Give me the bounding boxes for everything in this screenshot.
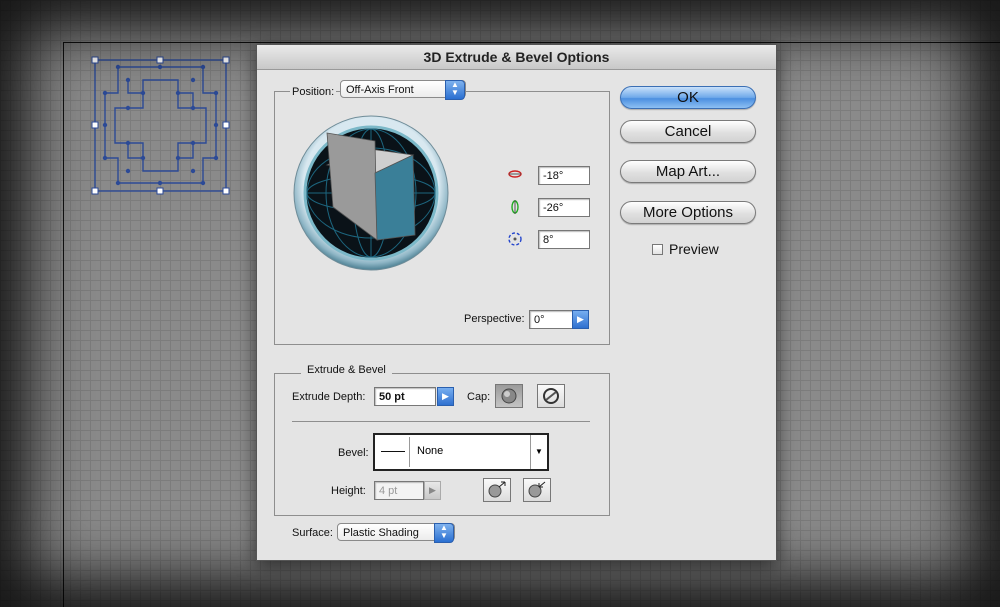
rotate-z-icon (508, 232, 522, 246)
bevel-extent-out-button[interactable] (483, 478, 511, 502)
rotate-y-icon (511, 200, 519, 214)
preview-label[interactable]: Preview (669, 241, 719, 257)
height-field[interactable]: 4 pt (374, 481, 424, 500)
extrude-depth-slider-button[interactable]: ▶ (437, 387, 454, 406)
cancel-button[interactable]: Cancel (620, 120, 756, 143)
cap-off-button[interactable] (537, 384, 565, 408)
perspective-label: Perspective: (464, 313, 525, 325)
cap-on-button[interactable] (495, 384, 523, 408)
selected-artwork[interactable] (88, 53, 233, 198)
rotate-y-field[interactable]: -26° (538, 198, 590, 217)
bevel-value: None (417, 445, 444, 457)
perspective-slider-button[interactable]: ▶ (572, 310, 589, 329)
cap-on-icon (501, 388, 517, 404)
cap-off-icon (543, 388, 559, 404)
position-label: Position: (290, 86, 337, 98)
rotation-trackball[interactable] (293, 115, 449, 271)
cap-label: Cap: (467, 391, 491, 403)
rotate-x-field[interactable]: -18° (538, 166, 590, 185)
ok-button[interactable]: OK (620, 86, 756, 109)
preview-checkbox[interactable] (652, 244, 663, 255)
extrude-bevel-group-label: Extrude & Bevel (301, 364, 392, 376)
bevel-preview-swatch (377, 437, 410, 467)
height-label: Height: (331, 485, 366, 497)
bevel-extent-in-button[interactable] (523, 478, 551, 502)
dialog-title[interactable]: 3D Extrude & Bevel Options (257, 45, 776, 70)
artboard-edge-top (63, 42, 1000, 43)
extrude-depth-field[interactable]: 50 pt (374, 387, 436, 406)
surface-label: Surface: (292, 527, 333, 539)
position-popup[interactable]: Off-Axis Front ▲ ▼ (340, 80, 466, 100)
more-options-button[interactable]: More Options (620, 201, 756, 224)
extrude-separator (292, 421, 590, 422)
bevel-dropdown[interactable]: None ▼ (373, 433, 549, 471)
rotate-z-field[interactable]: 8° (538, 230, 590, 249)
bevel-dropdown-arrow-icon: ▼ (530, 435, 547, 469)
bevel-extent-in-icon (528, 481, 546, 498)
rotate-x-icon (508, 170, 522, 178)
popup-arrows-icon: ▲ ▼ (434, 523, 454, 543)
perspective-field[interactable]: 0° (529, 310, 573, 329)
bevel-label: Bevel: (338, 447, 369, 459)
map-art-button[interactable]: Map Art... (620, 160, 756, 183)
extrude-depth-label: Extrude Depth: (292, 391, 366, 403)
surface-value: Plastic Shading (343, 527, 419, 539)
surface-popup[interactable]: Plastic Shading ▲ ▼ (337, 523, 455, 543)
bevel-extent-out-icon (488, 481, 506, 498)
popup-arrows-icon: ▲ ▼ (445, 80, 465, 100)
artboard-edge-left (63, 42, 64, 607)
height-slider-button[interactable]: ▶ (424, 481, 441, 500)
position-value: Off-Axis Front (346, 84, 414, 96)
extrude-bevel-dialog: 3D Extrude & Bevel Options Position: Off… (256, 44, 777, 561)
